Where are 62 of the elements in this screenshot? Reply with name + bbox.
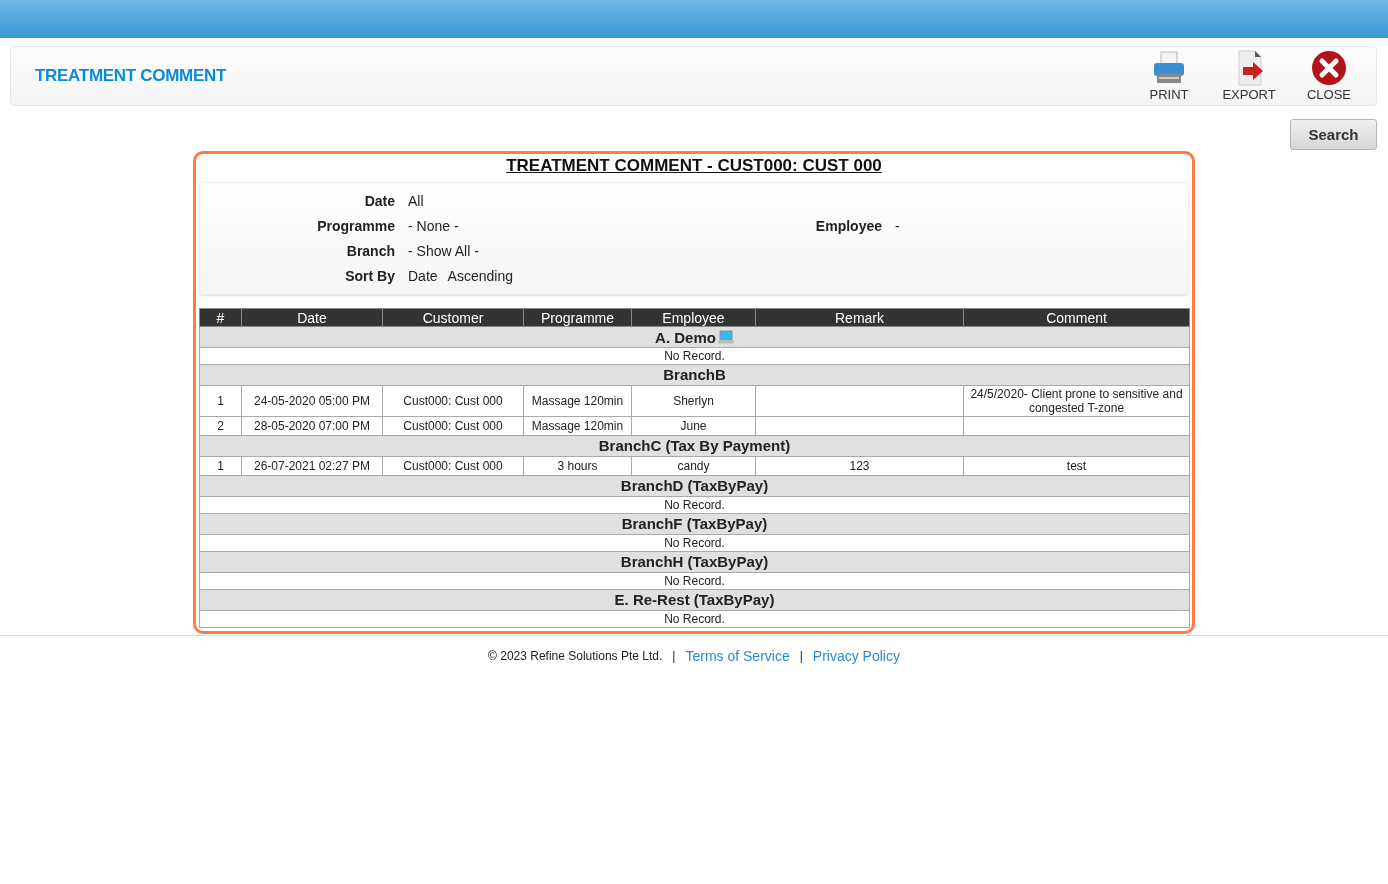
table-cell: Massage 120min [523,416,632,436]
filter-label: Sort By [344,267,395,284]
print-button[interactable]: PRINT [1134,50,1204,102]
filter-value: All [408,192,424,209]
table-cell: Cust000: Cust 000 [382,456,524,476]
table-cell: test [963,456,1190,476]
empty-message: No Record. [199,534,1190,552]
empty-message: No Record. [199,610,1190,628]
table-cell: 28-05-2020 07:00 PM [241,416,383,436]
separator: | [799,649,803,663]
filter-label: Programme [316,217,395,234]
table-cell: Cust000: Cust 000 [382,385,524,417]
column-header: Programme [523,308,632,327]
page-title: TREATMENT COMMENT [35,66,226,86]
separator: | [672,649,676,663]
search-button[interactable]: Search [1290,119,1377,150]
column-header: Date [241,308,383,327]
group-name: BranchC (Tax By Payment) [598,437,791,454]
table-cell: 3 hours [523,456,632,476]
table-cell: Sherlyn [631,385,756,417]
column-header: Employee [631,308,756,327]
group-name: BranchB [663,366,726,383]
filter-value: - None - [408,217,459,234]
table-cell: 26-07-2021 02:27 PM [241,456,383,476]
copyright-text: © 2023 Refine Solutions Pte Ltd. [488,649,663,663]
filter-value: - [895,217,900,234]
table-cell: 1 [199,385,242,417]
laptop-icon [717,329,734,344]
empty-message: No Record. [199,347,1190,365]
table-cell: June [631,416,756,436]
filter-value: - Show All - [408,242,479,259]
group-name: A. Demo [655,328,716,346]
close-icon [1311,50,1347,86]
table-cell: candy [631,456,756,476]
filter-value: Date [408,267,438,284]
export-button[interactable]: EXPORT [1214,50,1284,102]
footer-link[interactable]: Privacy Policy [812,648,900,664]
empty-message: No Record. [199,496,1190,514]
empty-message: No Record. [199,572,1190,590]
table-cell: 24-05-2020 05:00 PM [241,385,383,417]
group-name: BranchF (TaxByPay) [621,515,768,532]
filter-label: Branch [345,242,395,259]
column-header: Remark [755,308,964,327]
table-cell: 2 [199,416,242,436]
printer-icon [1151,50,1187,86]
group-name: E. Re-Rest (TaxByPay) [614,591,775,608]
column-header: # [199,308,242,327]
group-name: BranchH (TaxByPay) [620,553,769,570]
table-cell: 1 [199,456,242,476]
column-header: Comment [963,308,1190,327]
footer-link[interactable]: Terms of Service [685,648,790,664]
group-name: BranchD (TaxByPay) [620,477,769,494]
table-cell: Massage 120min [523,385,632,417]
close-button[interactable]: CLOSE [1294,50,1364,102]
filter-label: Date [363,192,395,209]
column-header: Customer [382,308,524,327]
report-title: TREATMENT COMMENT - CUST000: CUST 000 [506,156,882,175]
table-cell: 123 [755,456,964,476]
table-cell: 24/5/2020- Client prone to sensitive and congested T-zone [963,385,1190,417]
filter-value: Ascending [447,267,513,284]
filter-label: Employee [814,217,882,234]
table-cell: Cust000: Cust 000 [382,416,524,436]
